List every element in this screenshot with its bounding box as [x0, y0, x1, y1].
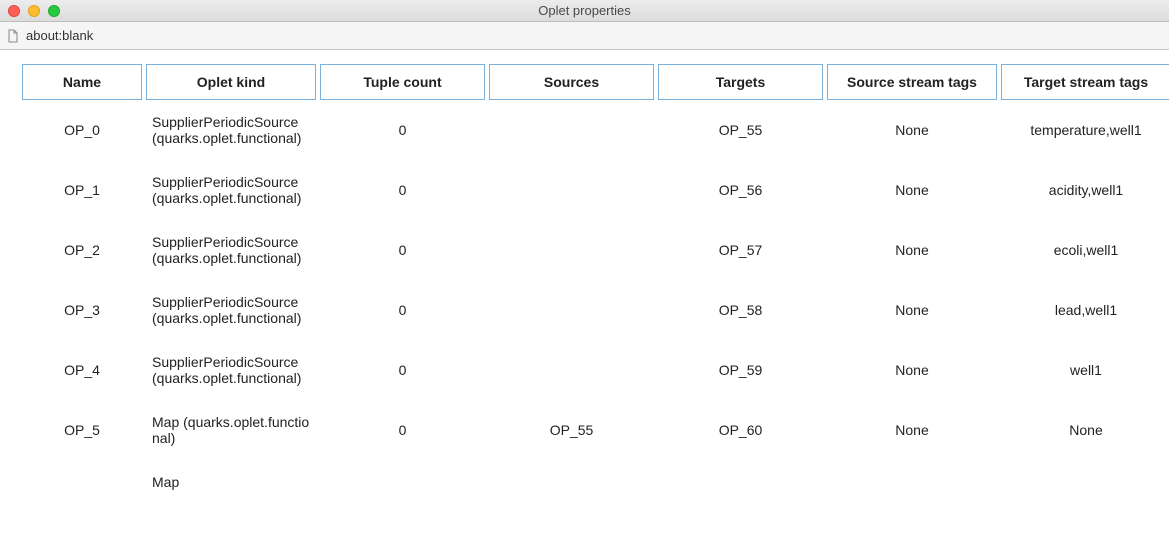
table-row: Map	[22, 460, 1169, 504]
table-row: OP_1SupplierPeriodicSource (quarks.oplet…	[22, 160, 1169, 220]
col-header-kind: Oplet kind	[146, 64, 316, 100]
window-title: Oplet properties	[0, 3, 1169, 18]
cell-ttags: well1	[1001, 340, 1169, 400]
cell-tuple: 0	[320, 280, 485, 340]
cell-ttags: ecoli,well1	[1001, 220, 1169, 280]
cell-kind: Map (quarks.oplet.functional)	[146, 400, 316, 460]
content-area: Name Oplet kind Tuple count Sources Targ…	[0, 50, 1169, 550]
cell-ttags: None	[1001, 400, 1169, 460]
cell-sources	[489, 340, 654, 400]
col-header-tuple: Tuple count	[320, 64, 485, 100]
close-icon[interactable]	[8, 5, 20, 17]
cell-kind: SupplierPeriodicSource (quarks.oplet.fun…	[146, 280, 316, 340]
cell-sources	[489, 220, 654, 280]
cell-ttags: temperature,well1	[1001, 100, 1169, 160]
zoom-icon[interactable]	[48, 5, 60, 17]
cell-targets: OP_57	[658, 220, 823, 280]
cell-kind: Map	[146, 460, 316, 504]
cell-stags: None	[827, 100, 997, 160]
cell-targets: OP_56	[658, 160, 823, 220]
table-row: OP_5Map (quarks.oplet.functional)0OP_55O…	[22, 400, 1169, 460]
cell-stags: None	[827, 400, 997, 460]
cell-tuple: 0	[320, 340, 485, 400]
oplet-properties-table: Name Oplet kind Tuple count Sources Targ…	[18, 64, 1169, 504]
col-header-target-tags: Target stream tags	[1001, 64, 1169, 100]
table-body: OP_0SupplierPeriodicSource (quarks.oplet…	[22, 100, 1169, 504]
cell-ttags: lead,well1	[1001, 280, 1169, 340]
cell-name: OP_5	[22, 400, 142, 460]
cell-tuple: 0	[320, 400, 485, 460]
cell-tuple: 0	[320, 160, 485, 220]
table-header-row: Name Oplet kind Tuple count Sources Targ…	[22, 64, 1169, 100]
cell-targets: OP_59	[658, 340, 823, 400]
cell-targets: OP_55	[658, 100, 823, 160]
col-header-sources: Sources	[489, 64, 654, 100]
cell-tuple: 0	[320, 220, 485, 280]
cell-kind: SupplierPeriodicSource (quarks.oplet.fun…	[146, 100, 316, 160]
cell-targets: OP_60	[658, 400, 823, 460]
table-row: OP_4SupplierPeriodicSource (quarks.oplet…	[22, 340, 1169, 400]
cell-targets: OP_58	[658, 280, 823, 340]
cell-stags: None	[827, 340, 997, 400]
cell-name: OP_1	[22, 160, 142, 220]
cell-kind: SupplierPeriodicSource (quarks.oplet.fun…	[146, 220, 316, 280]
cell-stags: None	[827, 160, 997, 220]
table-row: OP_3SupplierPeriodicSource (quarks.oplet…	[22, 280, 1169, 340]
cell-stags: None	[827, 220, 997, 280]
cell-tuple: 0	[320, 100, 485, 160]
col-header-name: Name	[22, 64, 142, 100]
minimize-icon[interactable]	[28, 5, 40, 17]
window-title-bar: Oplet properties	[0, 0, 1169, 22]
cell-name: OP_3	[22, 280, 142, 340]
page-file-icon	[6, 29, 20, 43]
cell-sources	[489, 100, 654, 160]
col-header-targets: Targets	[658, 64, 823, 100]
table-row: OP_2SupplierPeriodicSource (quarks.oplet…	[22, 220, 1169, 280]
cell-name: OP_2	[22, 220, 142, 280]
cell-name: OP_4	[22, 340, 142, 400]
cell-kind: SupplierPeriodicSource (quarks.oplet.fun…	[146, 340, 316, 400]
cell-ttags: acidity,well1	[1001, 160, 1169, 220]
window-controls	[8, 5, 60, 17]
cell-kind: SupplierPeriodicSource (quarks.oplet.fun…	[146, 160, 316, 220]
address-text: about:blank	[26, 28, 93, 43]
cell-sources	[489, 280, 654, 340]
cell-stags: None	[827, 280, 997, 340]
table-row: OP_0SupplierPeriodicSource (quarks.oplet…	[22, 100, 1169, 160]
cell-name: OP_0	[22, 100, 142, 160]
cell-sources	[489, 160, 654, 220]
address-bar: about:blank	[0, 22, 1169, 50]
col-header-source-tags: Source stream tags	[827, 64, 997, 100]
cell-sources: OP_55	[489, 400, 654, 460]
